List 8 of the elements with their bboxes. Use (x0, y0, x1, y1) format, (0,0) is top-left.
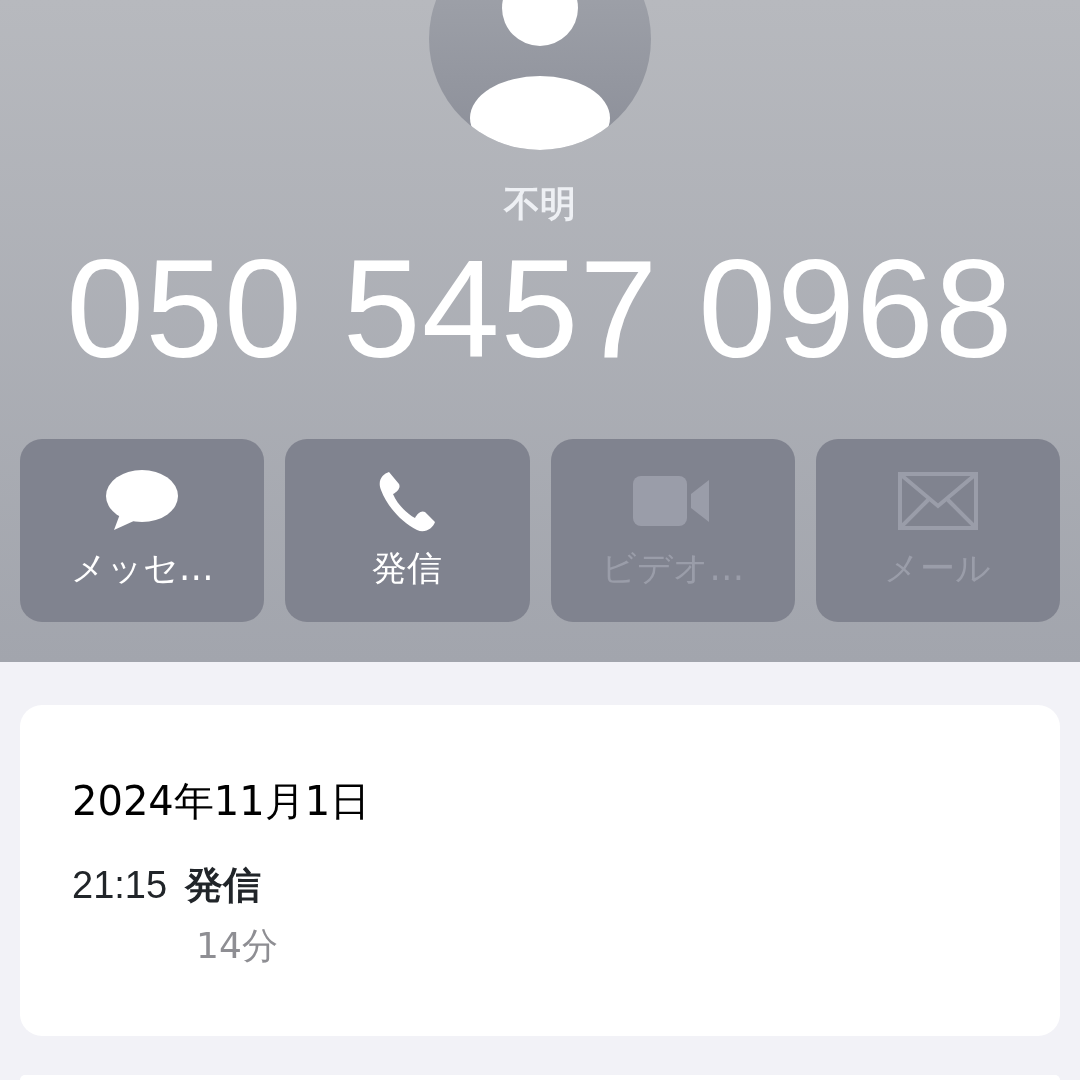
contact-name: 不明 (504, 182, 576, 226)
call-date: 2024年11月1日 (72, 777, 372, 825)
action-button[interactable]: 発信 (285, 439, 530, 623)
call-time: 21:15 (72, 863, 168, 908)
action-button[interactable]: メッセ… (20, 439, 265, 623)
phone-number: 050 5457 0968 (66, 239, 1014, 380)
call-duration: 14分 (196, 923, 279, 968)
call-type: 発信 (185, 863, 262, 909)
